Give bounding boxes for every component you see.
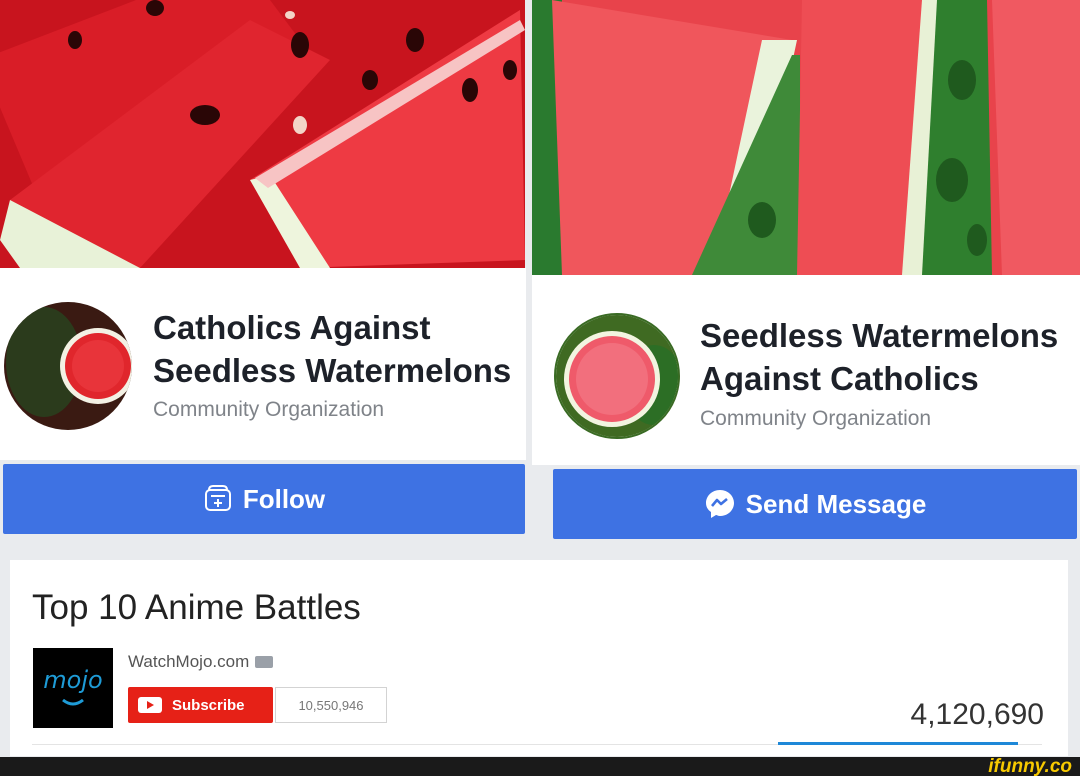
view-count: 4,120,690 [910,698,1044,731]
verified-badge-icon [255,656,274,668]
left-cover-photo [0,0,525,268]
ifunny-watermark: ifunny.co [988,756,1072,776]
messenger-icon [704,488,736,520]
right-page-card: Seedless Watermelons Against Catholics C… [532,275,1080,465]
follow-plus-icon [203,484,233,514]
right-cover-photo [532,0,1080,275]
left-page-avatar[interactable] [4,302,132,430]
channel-name[interactable]: WatchMojo.com [128,652,274,672]
right-page-category: Community Organization [700,407,932,430]
subscribe-label: Subscribe [172,696,245,714]
channel-logo-text: mojo [43,666,102,694]
like-ratio-bar [778,742,1018,745]
follow-button-label: Follow [242,483,326,514]
left-page-name[interactable]: Catholics Against Seedless Watermelons [153,306,525,392]
meme-screenshot: Catholics Against Seedless Watermelons C… [0,0,1080,776]
video-info-panel: Top 10 Anime Battles mojo WatchMojo.com … [10,560,1068,756]
send-message-button[interactable]: Send Message [553,469,1077,539]
follow-button[interactable]: Follow [3,464,525,534]
right-page-name[interactable]: Seedless Watermelons Against Catholics [700,314,1078,400]
send-message-label: Send Message [745,488,927,519]
play-icon [138,697,162,713]
right-page-avatar[interactable] [554,313,680,439]
left-page-category: Community Organization [153,398,385,421]
subscribe-button[interactable]: Subscribe [128,687,273,723]
channel-name-text: WatchMojo.com [128,652,250,671]
bottom-bar [0,757,1080,776]
video-title[interactable]: Top 10 Anime Battles [32,588,361,628]
channel-avatar[interactable]: mojo [33,648,113,728]
left-page-card: Catholics Against Seedless Watermelons C… [0,268,526,460]
subscriber-count: 10,550,946 [275,687,387,723]
